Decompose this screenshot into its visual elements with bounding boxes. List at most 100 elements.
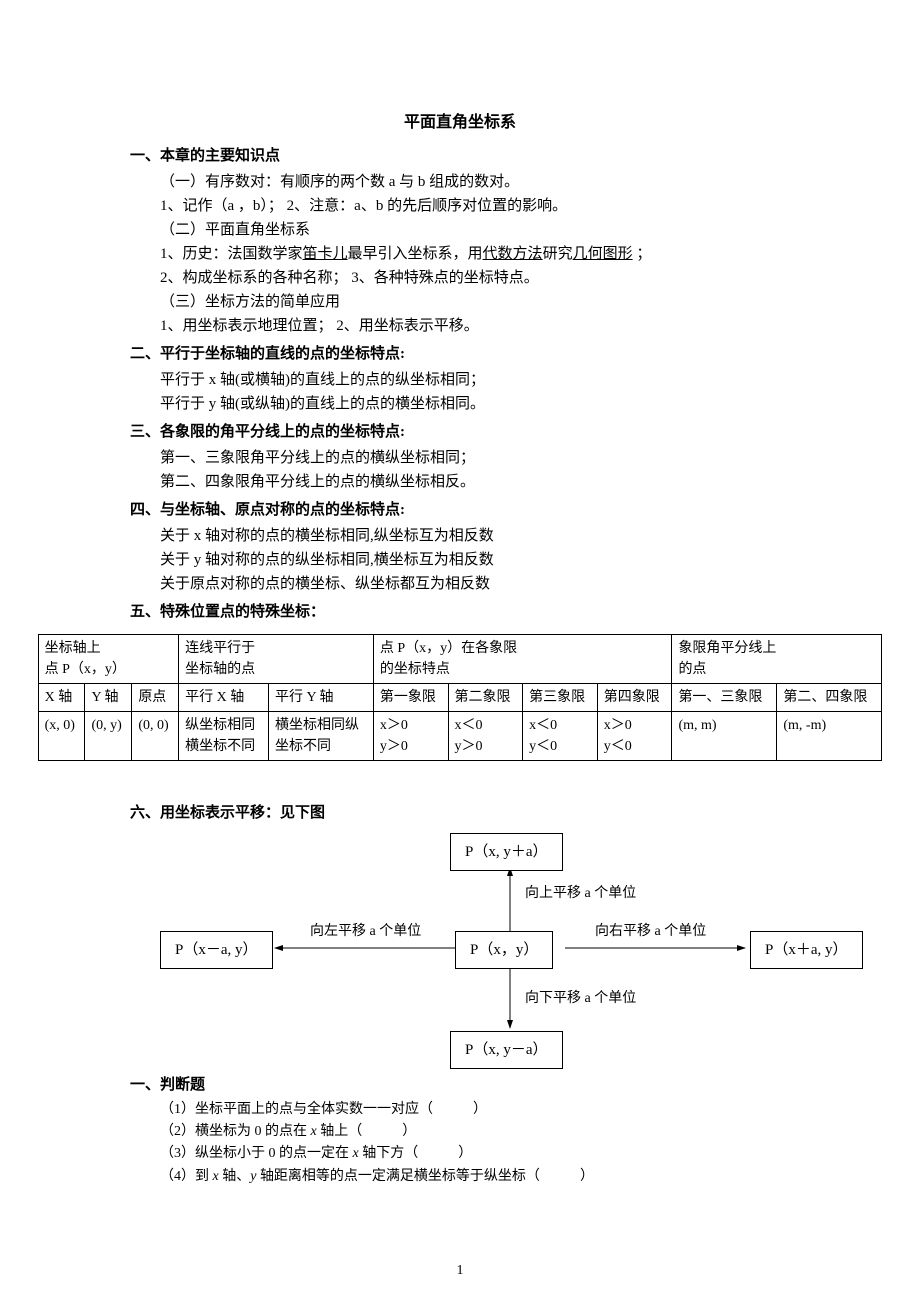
td-pary-l1: 横坐标相同纵 — [275, 718, 359, 733]
td-q4-l1: x＞0 — [604, 718, 632, 733]
coordinate-table: 坐标轴上 点 P（x，y） 连线平行于 坐标轴的点 点 P（x，y）在各象限 的… — [38, 634, 883, 761]
s1-p1: （一）有序数对：有顺序的两个数 a 与 b 组成的数对。 — [160, 170, 840, 194]
td-q2-l2: y＞0 — [455, 739, 483, 754]
td-x0: (x, 0) — [38, 711, 85, 760]
td-pary-l2: 坐标不同 — [275, 739, 331, 754]
td-q1-val: x＞0 y＞0 — [373, 711, 448, 760]
td-q2-val: x＜0 y＞0 — [448, 711, 523, 760]
s1-p6: （三）坐标方法的简单应用 — [160, 290, 840, 314]
section-6-heading: 六、用坐标表示平移：见下图 — [130, 801, 840, 825]
q4-text: （4）到 — [160, 1169, 213, 1184]
box-center: P（x，y） — [455, 931, 553, 969]
td-00: (0, 0) — [132, 711, 179, 760]
td-q2: 第二象限 — [448, 683, 523, 711]
td-b13: 第一、三象限 — [672, 683, 777, 711]
s1-p3: （二）平面直角坐标系 — [160, 218, 840, 242]
q3-text2: 轴下方（ — [359, 1146, 419, 1161]
section-3-heading: 三、各象限的角平分线上的点的坐标特点: — [130, 420, 840, 444]
th-quadrant: 点 P（x，y）在各象限 的坐标特点 — [373, 634, 672, 683]
q2-text2: 轴上（ — [317, 1124, 363, 1139]
q4-text3: 轴距离相等的点一定满足横坐标等于纵坐标（ — [256, 1169, 540, 1184]
s3-p2: 第二、四象限角平分线上的点的横纵坐标相反。 — [160, 470, 840, 494]
td-q4-val: x＞0 y＜0 — [597, 711, 672, 760]
s4-p2: 关于 y 轴对称的点的纵坐标相同,横坐标互为相反数 — [160, 548, 840, 572]
q1-close: ） — [473, 1102, 487, 1117]
td-q3-l1: x＜0 — [529, 718, 557, 733]
translation-diagram: P（x, y＋a） P（x－a, y） P（x，y） P（x＋a, y） P（x… — [130, 833, 890, 1063]
q4-text2: 轴、 — [219, 1169, 251, 1184]
th-axis-l2: 点 P（x，y） — [45, 662, 126, 677]
s4-p1: 关于 x 轴对称的点的横坐标相同,纵坐标互为相反数 — [160, 524, 840, 548]
s1-p4-pre: 1、历史：法国数学家 — [160, 246, 303, 262]
box-top: P（x, y＋a） — [450, 833, 563, 871]
judge-q1: （1）坐标平面上的点与全体实数一一对应（ ） — [160, 1099, 840, 1121]
label-right: 向右平移 a 个单位 — [595, 921, 706, 943]
q2-close: ） — [402, 1124, 416, 1139]
judge-q4: （4）到 x 轴、y 轴距离相等的点一定满足横坐标等于纵坐标（） — [160, 1166, 840, 1188]
section-5-heading: 五、特殊位置点的特殊坐标： — [130, 600, 840, 624]
th-parallel-l1: 连线平行于 — [185, 641, 255, 656]
table-row: (x, 0) (0, y) (0, 0) 纵坐标相同 横坐标不同 横坐标相同纵 … — [38, 711, 882, 760]
td-origin: 原点 — [132, 683, 179, 711]
q1-text: （1）坐标平面上的点与全体实数一一对应（ — [160, 1102, 433, 1117]
s1-p4: 1、历史：法国数学家笛卡儿最早引入坐标系，用代数方法研究几何图形 ； — [160, 242, 840, 266]
table-row: 坐标轴上 点 P（x，y） 连线平行于 坐标轴的点 点 P（x，y）在各象限 的… — [38, 634, 882, 683]
td-q3: 第三象限 — [523, 683, 598, 711]
q4-close: ） — [580, 1169, 594, 1184]
td-parx: 平行 X 轴 — [179, 683, 269, 711]
s1-p4-u3: 几何图形 — [573, 246, 633, 262]
th-parallel-l2: 坐标轴的点 — [185, 662, 255, 677]
page-number: 1 — [0, 1260, 920, 1282]
td-pary: 平行 Y 轴 — [268, 683, 373, 711]
s1-p4-mid2: 研究 — [543, 246, 573, 262]
q2-text: （2）横坐标为 0 的点在 — [160, 1124, 311, 1139]
judge-q2: （2）横坐标为 0 的点在 x 轴上（） — [160, 1121, 840, 1143]
s1-p7: 1、用坐标表示地理位置； 2、用坐标表示平移。 — [160, 314, 840, 338]
label-left: 向左平移 a 个单位 — [310, 921, 421, 943]
s3-p1: 第一、三象限角平分线上的点的横纵坐标相同； — [160, 446, 840, 470]
td-q3-val: x＜0 y＜0 — [523, 711, 598, 760]
td-pary-val: 横坐标相同纵 坐标不同 — [268, 711, 373, 760]
label-up: 向上平移 a 个单位 — [525, 883, 636, 905]
s1-p4-end: ； — [633, 246, 652, 262]
s1-p2: 1、记作（a ，b）； 2、注意：a、b 的先后顺序对位置的影响。 — [160, 194, 840, 218]
td-q4: 第四象限 — [597, 683, 672, 711]
th-quadrant-l2: 的坐标特点 — [380, 662, 450, 677]
td-parx-l1: 纵坐标相同 — [185, 718, 255, 733]
td-parx-val: 纵坐标相同 横坐标不同 — [179, 711, 269, 760]
th-quadrant-l1: 点 P（x，y）在各象限 — [380, 641, 517, 656]
td-b24-val: (m, -m) — [777, 711, 882, 760]
box-bottom: P（x, y－a） — [450, 1031, 563, 1069]
section-1-heading: 一、本章的主要知识点 — [130, 144, 840, 168]
s1-p4-u1: 笛卡儿 — [303, 246, 348, 262]
th-bisector-l1: 象限角平分线上 — [678, 641, 776, 656]
td-q1: 第一象限 — [373, 683, 448, 711]
label-down: 向下平移 a 个单位 — [525, 988, 636, 1010]
td-q1-l1: x＞0 — [380, 718, 408, 733]
s2-p1: 平行于 x 轴(或横轴)的直线上的点的纵坐标相同； — [160, 368, 840, 392]
s1-p5: 2、构成坐标系的各种名称； 3、各种特殊点的坐标特点。 — [160, 266, 840, 290]
td-0y: (0, y) — [85, 711, 132, 760]
s2-p2: 平行于 y 轴(或纵轴)的直线上的点的横坐标相同。 — [160, 392, 840, 416]
box-left: P（x－a, y） — [160, 931, 273, 969]
td-q2-l1: x＜0 — [455, 718, 483, 733]
td-q1-l2: y＞0 — [380, 739, 408, 754]
td-b13-val: (m, m) — [672, 711, 777, 760]
section-4-heading: 四、与坐标轴、原点对称的点的坐标特点: — [130, 498, 840, 522]
th-axis: 坐标轴上 点 P（x，y） — [38, 634, 179, 683]
table-row: X 轴 Y 轴 原点 平行 X 轴 平行 Y 轴 第一象限 第二象限 第三象限 … — [38, 683, 882, 711]
td-q3-l2: y＜0 — [529, 739, 557, 754]
judge-heading: 一、判断题 — [130, 1073, 840, 1097]
th-bisector: 象限角平分线上 的点 — [672, 634, 882, 683]
td-xaxis: X 轴 — [38, 683, 85, 711]
td-b24: 第二、四象限 — [777, 683, 882, 711]
td-yaxis: Y 轴 — [85, 683, 132, 711]
s1-p4-mid: 最早引入坐标系，用 — [348, 246, 483, 262]
s4-p3: 关于原点对称的点的横坐标、纵坐标都互为相反数 — [160, 572, 840, 596]
th-axis-l1: 坐标轴上 — [45, 641, 101, 656]
judge-q3: （3）纵坐标小于 0 的点一定在 x 轴下方（） — [160, 1143, 840, 1165]
section-2-heading: 二、平行于坐标轴的直线的点的坐标特点: — [130, 342, 840, 366]
q3-text: （3）纵坐标小于 0 的点一定在 — [160, 1146, 353, 1161]
td-parx-l2: 横坐标不同 — [185, 739, 255, 754]
td-q4-l2: y＜0 — [604, 739, 632, 754]
